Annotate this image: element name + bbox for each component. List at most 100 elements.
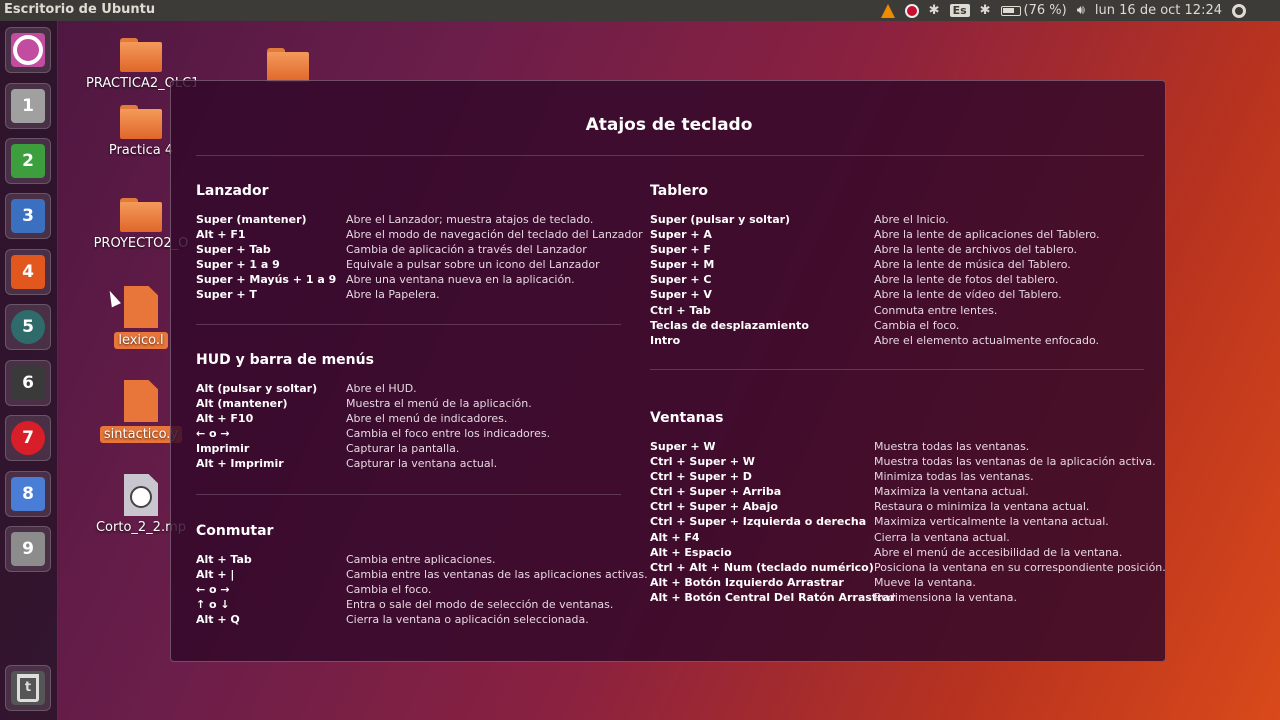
shortcut-description: Abre el Lanzador; muestra atajos de tecl… <box>346 213 594 226</box>
shortcut-row: Super (pulsar y soltar) Abre el Inicio. <box>650 212 1099 227</box>
shortcut-key: Imprimir <box>196 442 250 456</box>
shortcut-description: Abre el menú de indicadores. <box>346 412 508 426</box>
battery-indicator[interactable]: (76 %) <box>1000 3 1067 18</box>
shortcut-row: ← o → Cambia el foco. <box>196 582 648 597</box>
volume-icon[interactable]: 🔊︎ <box>1077 3 1085 18</box>
shortcut-description: Restaura o minimiza la ventana actual. <box>874 500 1090 514</box>
shortcut-row: Super (mantener) Abre el Lanzador; muestr… <box>196 212 643 227</box>
shortcut-description: Abre el HUD. <box>346 382 417 395</box>
shortcut-row: Ctrl + Super + Abajo Restaura o minimiza … <box>650 499 1166 514</box>
shortcut-description: Abre la lente de música del Tablero. <box>874 258 1071 272</box>
shortcut-key: Alt (pulsar y soltar) <box>196 382 318 395</box>
files-icon: 1 <box>11 89 45 123</box>
launcher-item-4[interactable]: 4 <box>5 249 51 295</box>
app-5-icon: 5 <box>11 310 45 344</box>
shortcut-row: Alt (pulsar y soltar) Abre el HUD. <box>196 381 550 396</box>
shortcut-description: Abre una ventana nueva en la aplicación. <box>346 273 575 287</box>
launcher-item-5[interactable]: 5 <box>5 304 51 350</box>
shortcut-key: Alt + F4 <box>650 530 700 544</box>
system-menu-gear-icon[interactable] <box>1232 3 1246 18</box>
shortcut-row: Ctrl + Super + Arriba Maximiza la ventana… <box>650 484 1166 499</box>
shortcut-row: Alt + F10 Abre el menú de indicadores. <box>196 411 550 426</box>
shortcut-key: Super + T <box>196 288 257 302</box>
battery-icon <box>1000 5 1021 16</box>
shortcut-description: Cambia el foco. <box>874 318 960 332</box>
section-title: Ventanas <box>650 410 724 426</box>
keyboard-layout-indicator[interactable]: Es <box>949 4 970 17</box>
shortcut-description: Abre la Papelera. <box>346 288 440 302</box>
shortcut-row: Alt + Imprimir Capturar la ventana actual… <box>196 456 550 471</box>
trash-icon: t <box>11 671 45 705</box>
shortcut-key: Ctrl + Super + D <box>650 470 752 484</box>
launcher-item-2[interactable]: 2 <box>5 138 51 184</box>
keyboard-shortcuts-overlay: Atajos de teclado Lanzador Super (manten… <box>170 80 1166 662</box>
shortcut-key: Alt + Imprimir <box>196 457 284 471</box>
shortcut-key: Ctrl + Tab <box>650 303 711 317</box>
shortcut-row: Ctrl + Super + D Minimiza todas las venta… <box>650 469 1166 484</box>
shortcut-description: Equivale a pulsar sobre un icono del Lan… <box>346 258 600 272</box>
battery-percentage: (76 %) <box>1023 3 1067 18</box>
section-tablero: Tablero Super (pulsar y soltar) Abre el I… <box>650 183 1099 348</box>
shortcut-row: Ctrl + Tab Conmuta entre lentes. <box>650 303 1099 318</box>
launcher-item-1[interactable]: 1 <box>5 83 51 129</box>
shortcut-key: Super (mantener) <box>196 213 307 226</box>
clock[interactable]: lun 16 de oct 12:24 <box>1095 3 1222 18</box>
shortcut-key: Ctrl + Super + Arriba <box>650 485 782 499</box>
bluetooth-icon[interactable]: ✱ <box>929 3 940 18</box>
shortcut-row: Super + A Abre la lente de aplicaciones d… <box>650 227 1099 242</box>
app-6-icon: 6 <box>11 366 45 400</box>
shortcut-key: Alt + Espacio <box>650 545 732 559</box>
shortcut-key: Alt + | <box>196 568 235 582</box>
section-title: Tablero <box>650 183 709 199</box>
divider <box>196 155 1144 156</box>
shortcut-row: Super + Tab Cambia de aplicación a través… <box>196 242 643 257</box>
shortcut-description: Posiciona la ventana en su correspondien… <box>874 560 1166 574</box>
bluetooth-icon[interactable]: ✱ <box>980 3 991 18</box>
launcher-item-dash[interactable] <box>5 27 51 73</box>
desktop-icon-folder[interactable] <box>233 48 343 82</box>
shortcut-row: Alt + Espacio Abre el menú de accesibilid… <box>650 545 1166 560</box>
section-title: Lanzador <box>196 183 269 199</box>
record-icon[interactable] <box>904 3 919 18</box>
shortcut-description: Muestra el menú de la aplicación. <box>346 397 532 411</box>
ubuntu-logo-icon <box>11 33 45 67</box>
opera-icon: 7 <box>11 421 45 455</box>
shortcut-description: Muestra todas las ventanas de la aplicac… <box>874 455 1156 469</box>
launcher-item-3[interactable]: 3 <box>5 193 51 239</box>
divider <box>650 369 1144 370</box>
shortcut-key: Super + A <box>650 228 712 242</box>
shortcut-row: Intro Abre el elemento actualmente enfoca… <box>650 333 1099 348</box>
shortcut-key: Ctrl + Super + Abajo <box>650 500 778 514</box>
launcher-item-trash[interactable]: t <box>5 665 51 711</box>
shortcut-row: Alt + | Cambia entre las ventanas de las … <box>196 567 648 582</box>
launcher-item-8[interactable]: 8 <box>5 471 51 517</box>
shortcut-description: Cierra la ventana o aplicación seleccion… <box>346 613 589 627</box>
folder-icon <box>120 198 162 232</box>
shortcut-description: Muestra todas las ventanas. <box>874 440 1030 453</box>
shortcut-description: Abre la lente de fotos del tablero. <box>874 273 1059 287</box>
shortcut-row: Super + T Abre la Papelera. <box>196 287 643 302</box>
shortcut-row: ← o → Cambia el foco entre los indicadore… <box>196 426 550 441</box>
section-hud: HUD y barra de menús Alt (pulsar y solta… <box>196 352 550 472</box>
section-ventanas: Ventanas Super + W Muestra todas las vent… <box>650 410 1166 605</box>
shortcut-row: Super + W Muestra todas las ventanas. <box>650 439 1166 454</box>
shortcut-key: ↑ o ↓ <box>196 598 230 612</box>
shortcut-row: Super + Mayús + 1 a 9 Abre una ventana nu… <box>196 272 643 287</box>
overlay-title: Atajos de teclado <box>585 115 753 135</box>
text-file-icon <box>124 380 158 422</box>
shortcut-description: Abre el elemento actualmente enfocado. <box>874 333 1100 347</box>
shortcut-description: Abre el menú de accesibilidad de la vent… <box>874 545 1123 559</box>
shortcut-row: Super + V Abre la lente de vídeo del Tabl… <box>650 287 1099 302</box>
shortcut-description: Cambia entre las ventanas de las aplicac… <box>346 568 648 582</box>
shortcut-description: Cambia entre aplicaciones. <box>346 553 496 566</box>
shortcut-key: Super + Mayús + 1 a 9 <box>196 273 337 287</box>
launcher-item-6[interactable]: 6 <box>5 360 51 406</box>
shortcut-row: Super + F Abre la lente de archivos del t… <box>650 242 1099 257</box>
panel-title: Escritorio de Ubuntu <box>4 2 156 17</box>
software-center-icon: 4 <box>11 255 45 289</box>
launcher-item-7[interactable]: 7 <box>5 415 51 461</box>
shortcut-row: Alt + F1 Abre el modo de navegación del t… <box>196 227 643 242</box>
vlc-icon[interactable] <box>880 3 895 18</box>
desktop-icon-label: lexico.l <box>114 332 168 349</box>
launcher-item-9[interactable]: 9 <box>5 526 51 572</box>
